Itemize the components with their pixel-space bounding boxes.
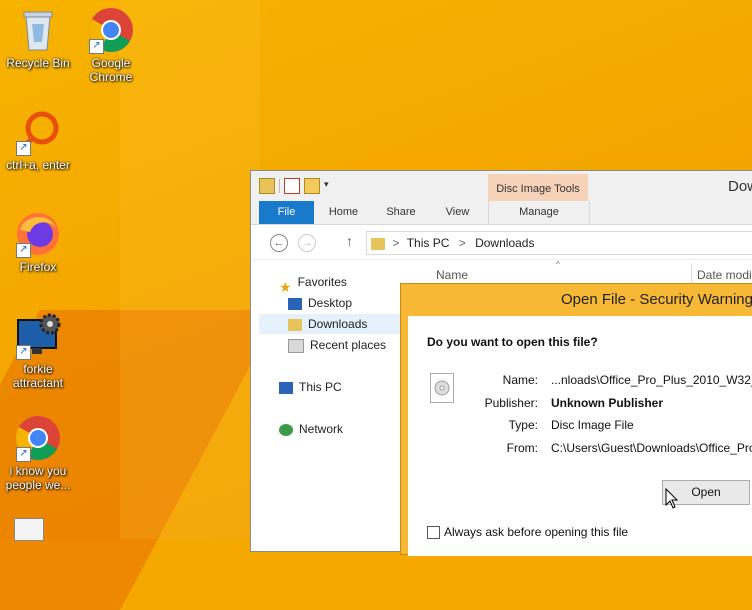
column-header-name[interactable]: Name xyxy=(436,268,468,282)
desktop-icon-google-chrome[interactable]: ↗ Google Chrome xyxy=(73,6,149,84)
desktop-icon-notepad-partial[interactable] xyxy=(14,518,44,541)
name-value: ...nloads\Office_Pro_Plus_2010_W32_En xyxy=(551,373,752,387)
desktop-icon xyxy=(288,297,302,310)
recent-places-icon xyxy=(288,338,304,353)
up-arrow-icon[interactable]: ↑ xyxy=(346,233,353,249)
properties-icon[interactable] xyxy=(284,178,300,194)
desktop-icon-label: Google Chrome xyxy=(89,56,133,84)
from-label: From: xyxy=(506,441,538,455)
desktop-icon-recycle-bin[interactable]: Recycle Bin xyxy=(0,6,76,70)
shortcut-arrow-icon: ↗ xyxy=(16,345,31,360)
address-row: ← → ↑ > This PC > Downloads xyxy=(251,225,752,260)
publisher-label: Publisher: xyxy=(484,396,538,410)
dialog-title: Open File - Security Warning xyxy=(560,291,752,308)
quick-access-toolbar: ▾ xyxy=(259,178,332,194)
dialog-body: Do you want to open this file? Name: ...… xyxy=(408,316,752,556)
downloads-folder-icon xyxy=(288,318,302,331)
nav-label: Recent places xyxy=(310,338,387,352)
always-ask-label: Always ask before opening this file xyxy=(444,525,629,539)
column-header-date[interactable]: Date modi xyxy=(697,268,752,282)
breadcrumb-sep: > xyxy=(392,236,400,250)
from-value: C:\Users\Guest\Downloads\Office_Pro xyxy=(551,441,752,455)
nav-recent-places[interactable]: Recent places xyxy=(288,335,386,355)
chrome-icon: ↗ xyxy=(14,414,62,462)
nav-label: Network xyxy=(299,422,344,436)
shortcut-arrow-icon: ↗ xyxy=(16,141,31,156)
breadcrumb-sep: > xyxy=(458,236,466,250)
tab-view[interactable]: View xyxy=(435,201,480,224)
search-tool-icon: ↗ xyxy=(14,108,62,156)
desktop-icon-label: Recycle Bin xyxy=(6,56,70,70)
checkbox-box[interactable] xyxy=(427,526,440,540)
sort-arrow-icon: ^ xyxy=(556,260,560,269)
ribbon-tabs: File Home Share View Manage xyxy=(251,201,752,225)
dialog-question: Do you want to open this file? xyxy=(427,335,598,349)
desktop-icon-forkie-attractant[interactable]: ↗ forkie attractant xyxy=(0,312,76,390)
star-icon: ★ xyxy=(279,278,292,295)
shortcut-arrow-icon: ↗ xyxy=(89,39,104,54)
always-ask-checkbox[interactable]: Always ask before opening this file xyxy=(427,525,629,540)
desktop-icon-firefox[interactable]: ↗ Firefox xyxy=(0,210,76,274)
tab-file[interactable]: File xyxy=(259,201,314,224)
nav-favorites[interactable]: ★ Favorites xyxy=(279,272,347,295)
address-bar[interactable]: > This PC > Downloads xyxy=(366,231,752,255)
folder-icon xyxy=(371,237,385,250)
nav-desktop[interactable]: Desktop xyxy=(288,293,352,313)
recycle-bin-icon xyxy=(14,6,62,54)
desktop-icon-i-know-you[interactable]: ↗ i know you people we... xyxy=(0,414,76,492)
type-label: Type: xyxy=(508,418,538,432)
new-folder-icon[interactable] xyxy=(304,178,320,194)
chrome-icon: ↗ xyxy=(87,6,135,54)
forward-arrow-icon[interactable]: → xyxy=(298,234,316,252)
back-arrow-icon[interactable]: ← xyxy=(270,234,288,252)
shortcut-arrow-icon: ↗ xyxy=(16,243,31,258)
publisher-value: Unknown Publisher xyxy=(551,396,664,410)
breadcrumb-this-pc[interactable]: This PC xyxy=(407,236,450,250)
security-warning-dialog[interactable]: Open File - Security Warning Do you want… xyxy=(400,283,752,556)
explorer-titlebar[interactable]: ▾ Disc Image Tools Dow xyxy=(251,171,752,201)
tab-manage[interactable]: Manage xyxy=(488,201,590,224)
firefox-icon: ↗ xyxy=(14,210,62,258)
nav-label: This PC xyxy=(299,380,342,394)
name-label: Name: xyxy=(502,373,538,387)
desktop-icon-label: ctrl+a, enter xyxy=(6,158,70,172)
type-value: Disc Image File xyxy=(551,418,634,432)
nav-label: Favorites xyxy=(297,275,347,289)
nav-this-pc[interactable]: This PC xyxy=(279,377,342,397)
column-divider xyxy=(691,263,692,283)
computer-settings-icon: ↗ xyxy=(14,312,62,360)
network-icon xyxy=(279,423,293,436)
desktop-icon-ctrl-a-enter[interactable]: ↗ ctrl+a, enter xyxy=(0,108,76,172)
chevron-down-icon[interactable]: ▾ xyxy=(324,179,332,193)
nav-network[interactable]: Network xyxy=(279,419,343,439)
context-tab-disc-image-tools: Disc Image Tools xyxy=(488,174,588,201)
computer-icon xyxy=(279,381,293,394)
desktop-icon-label: Firefox xyxy=(19,260,57,274)
explorer-window-title: Dow xyxy=(728,178,752,195)
desktop-icon-label: forkie attractant xyxy=(12,362,64,390)
shortcut-arrow-icon: ↗ xyxy=(16,447,31,462)
nav-label: Downloads xyxy=(308,317,368,331)
tab-share[interactable]: Share xyxy=(377,201,425,224)
breadcrumb-downloads[interactable]: Downloads xyxy=(475,236,534,250)
desktop-icon-label: i know you people we... xyxy=(5,464,71,492)
folder-down-icon[interactable] xyxy=(259,178,275,194)
tab-home[interactable]: Home xyxy=(321,201,366,224)
nav-label: Desktop xyxy=(308,296,353,310)
